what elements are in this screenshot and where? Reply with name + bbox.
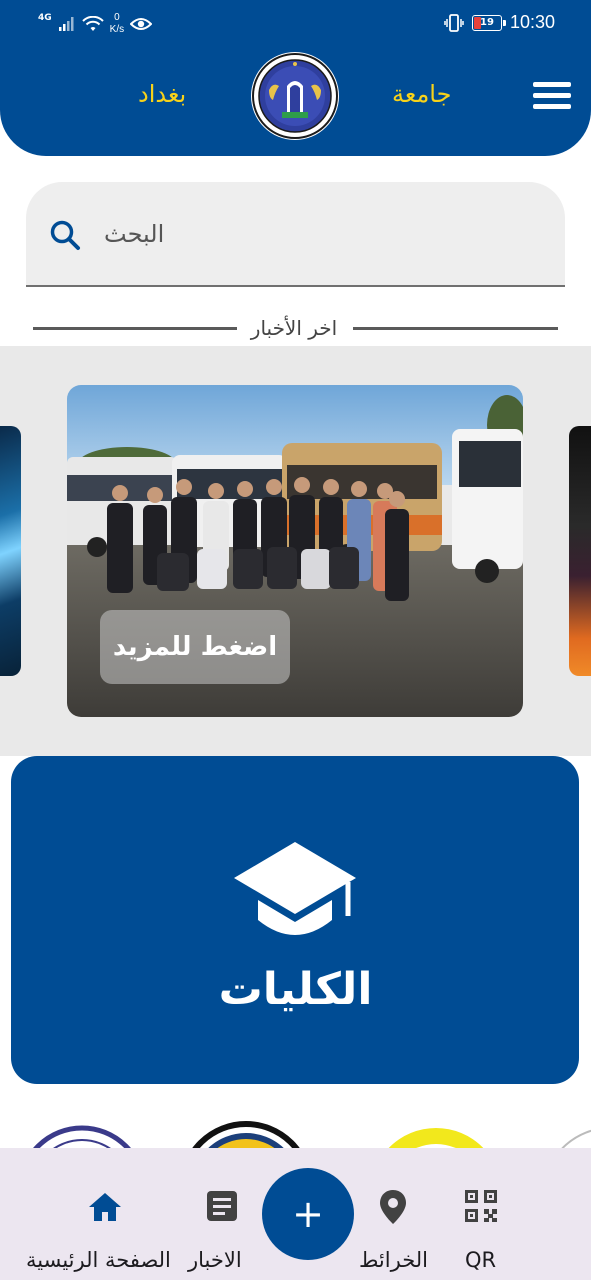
article-icon[interactable] <box>204 1188 240 1226</box>
home-icon[interactable] <box>86 1188 124 1226</box>
section-divider-right <box>353 327 558 330</box>
location-pin-icon[interactable] <box>378 1188 408 1226</box>
nav-label-home[interactable]: الصفحة الرئيسية <box>26 1248 171 1272</box>
read-more-button[interactable]: اضغط للمزيد <box>100 610 290 684</box>
section-divider-left <box>33 327 237 330</box>
graduation-cap-icon <box>234 842 356 935</box>
status-left: 4G 0 K/s <box>38 12 153 36</box>
speed-unit: K/s <box>109 24 125 35</box>
header-title-right: جامعة <box>392 80 452 108</box>
qr-code-icon[interactable] <box>464 1188 498 1224</box>
status-bar: 4G 0 K/s 19 10:30 <box>0 0 591 50</box>
signal-icon <box>58 17 74 31</box>
network-speed: 0 K/s <box>110 12 124 36</box>
status-right: 19 10:30 <box>444 12 555 33</box>
news-card-previous[interactable] <box>0 426 21 676</box>
battery-indicator: 19 <box>471 14 506 31</box>
add-fab-button[interactable]: + <box>262 1168 354 1260</box>
header-title-left: بغداد <box>138 80 187 108</box>
network-type: 4G <box>38 13 52 23</box>
university-seal-icon <box>252 53 338 139</box>
search-icon[interactable] <box>48 218 82 252</box>
hamburger-menu-icon[interactable] <box>533 82 571 110</box>
speed-value: 0 <box>114 12 120 23</box>
nav-label-maps[interactable]: الخرائط <box>359 1248 428 1272</box>
vibrate-icon <box>444 13 464 32</box>
eye-icon <box>130 18 153 30</box>
latest-news-title: اخر الأخبار <box>250 316 338 340</box>
colleges-label: الكليات <box>218 964 373 1015</box>
news-card-next[interactable] <box>569 426 591 676</box>
clock: 10:30 <box>509 12 555 32</box>
search-placeholder[interactable]: البحث <box>104 220 164 248</box>
nav-label-news[interactable]: الاخبار <box>188 1248 242 1272</box>
university-logo <box>251 52 339 140</box>
search-underline <box>26 285 565 287</box>
wifi-icon <box>81 16 104 31</box>
college-logos-strip[interactable] <box>0 1110 591 1150</box>
battery-level: 19 <box>479 17 494 28</box>
nav-label-qr[interactable]: QR <box>465 1248 496 1272</box>
